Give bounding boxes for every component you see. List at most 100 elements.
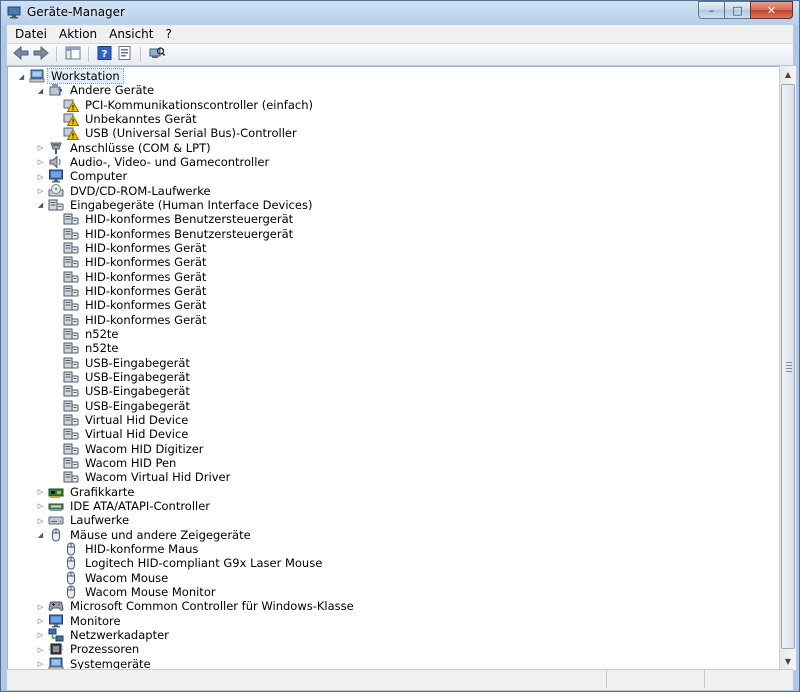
tree-category[interactable]: ▷ Laufwerke xyxy=(38,513,132,528)
menu-datei[interactable]: Datei xyxy=(7,27,53,41)
minimize-button[interactable]: – xyxy=(698,1,724,19)
tree-item-label: PCI-Kommunikationscontroller (einfach) xyxy=(85,97,313,112)
tree-category[interactable]: ▷ Microsoft Common Controller für Windows… xyxy=(38,599,357,613)
tree-item[interactable]: n52te xyxy=(63,327,122,341)
tree-category[interactable]: ◢ Mäuse und andere Zeigegeräte xyxy=(38,528,254,542)
tree-item[interactable]: HID-konformes Benutzersteuergerät xyxy=(63,227,296,241)
tree-item[interactable]: HID-konformes Gerät xyxy=(63,284,209,298)
tree-item[interactable]: Virtual Hid Device xyxy=(63,413,191,427)
expand-triangle-icon[interactable]: ▷ xyxy=(36,645,45,654)
expand-triangle-icon[interactable]: ▷ xyxy=(36,187,45,196)
tree-item-label: Wacom HID Pen xyxy=(85,456,177,471)
tree-item[interactable]: HID-konforme Maus xyxy=(63,542,201,556)
tree-item-label: Laufwerke xyxy=(70,513,130,528)
tree-item[interactable]: USB-Eingabegerät xyxy=(63,356,193,370)
tree-item-label: USB-Eingabegerät xyxy=(85,398,190,413)
expand-triangle-icon[interactable]: ▷ xyxy=(36,617,45,626)
warning-device-icon xyxy=(63,112,79,127)
tree-item[interactable]: USB-Eingabegerät xyxy=(63,399,193,413)
title-bar[interactable]: Geräte-Manager – □ ✕ xyxy=(1,1,799,25)
tree-item[interactable]: USB (Universal Serial Bus)-Controller xyxy=(63,126,300,141)
tree-item[interactable]: Unbekanntes Gerät xyxy=(63,112,200,127)
tree-item[interactable]: HID-konformes Gerät xyxy=(63,298,209,312)
tree-item[interactable]: HID-konformes Benutzersteuergerät xyxy=(63,212,296,226)
expand-triangle-icon[interactable]: ▷ xyxy=(36,516,45,525)
scroll-thumb[interactable] xyxy=(781,84,795,649)
expand-triangle-icon[interactable]: ▷ xyxy=(36,502,45,511)
device-tree[interactable]: ◢ Workstation ◢? Andere Geräte PCI-Kommunika… xyxy=(7,66,780,670)
tree-item[interactable]: Wacom HID Digitizer xyxy=(63,442,207,456)
system-device-icon xyxy=(48,657,64,669)
properties-button[interactable] xyxy=(116,46,134,63)
tree-category[interactable]: ▷ Computer xyxy=(38,169,130,183)
tree-item[interactable]: Wacom Mouse Monitor xyxy=(63,585,219,599)
tree-item[interactable]: HID-konformes Gerät xyxy=(63,241,209,255)
hid-icon xyxy=(63,255,79,269)
tree-category[interactable]: ▷ Anschlüsse (COM & LPT) xyxy=(38,140,214,155)
expand-triangle-icon[interactable]: ▷ xyxy=(36,488,45,497)
tree-item-label: Audio-, Video- und Gamecontroller xyxy=(70,155,270,170)
collapse-triangle-icon[interactable]: ◢ xyxy=(36,86,45,95)
tree-category[interactable]: ▷ Grafikkarte xyxy=(38,485,137,499)
svg-text:?: ? xyxy=(102,49,108,60)
expand-triangle-icon[interactable]: ▷ xyxy=(36,158,45,167)
device-manager-window: Geräte-Manager – □ ✕ Datei Aktion Ansicht?… xyxy=(0,0,800,692)
scroll-up-button[interactable]: ▲ xyxy=(780,66,796,83)
tree-item[interactable]: Virtual Hid Device xyxy=(63,427,191,441)
status-segment-3 xyxy=(705,670,793,688)
forward-arrow-button[interactable] xyxy=(32,45,50,63)
expand-triangle-icon[interactable]: ▷ xyxy=(36,172,45,181)
back-arrow-button[interactable] xyxy=(12,45,30,63)
collapse-triangle-icon[interactable]: ◢ xyxy=(36,531,45,540)
tree-item[interactable]: Wacom HID Pen xyxy=(63,456,179,470)
device-manager-icon xyxy=(7,5,21,19)
expand-triangle-icon[interactable]: ▷ xyxy=(36,144,45,153)
scroll-down-button[interactable]: ▼ xyxy=(780,653,796,670)
tree-category[interactable]: ▷ Monitore xyxy=(38,614,124,628)
tree-item[interactable]: HID-konformes Gerät xyxy=(63,270,209,284)
show-hide-console-tree-icon xyxy=(65,46,81,63)
tree-item[interactable]: Wacom Virtual Hid Driver xyxy=(63,470,233,484)
expand-triangle-icon[interactable]: ▷ xyxy=(36,631,45,640)
menu-ansicht[interactable]: Ansicht xyxy=(103,27,159,41)
tree-item-label: Wacom Mouse xyxy=(85,570,169,585)
close-button[interactable]: ✕ xyxy=(750,1,793,19)
tree-item-label: Andere Geräte xyxy=(70,83,155,98)
tree-item[interactable]: HID-konformes Gerät xyxy=(63,313,209,327)
processor-icon xyxy=(48,642,64,656)
tree-category[interactable]: ◢ Eingabegeräte (Human Interface Devices) xyxy=(38,198,315,212)
tree-category[interactable]: ▷ Prozessoren xyxy=(38,642,142,656)
tree-item-label: HID-konformes Gerät xyxy=(85,298,207,313)
tree-category[interactable]: ◢? Andere Geräte xyxy=(38,83,157,98)
tree-root[interactable]: ◢ Workstation xyxy=(19,68,124,85)
help-button[interactable]: ? xyxy=(96,46,114,63)
window-controls: – □ ✕ xyxy=(698,1,793,19)
tree-category[interactable]: ▷ DVD/CD-ROM-Laufwerke xyxy=(38,183,214,198)
tree-item[interactable]: Wacom Mouse xyxy=(63,571,171,585)
tree-item-label: Anschlüsse (COM & LPT) xyxy=(70,140,211,155)
tree-category[interactable]: ▷ Netzwerkadapter xyxy=(38,628,172,642)
tree-category[interactable]: ▷ Systemgeräte xyxy=(38,657,154,669)
tree-category[interactable]: ▷ IDE ATA/ATAPI-Controller xyxy=(38,499,213,513)
show-hide-console-tree-button[interactable] xyxy=(64,46,82,63)
toolbar: ? xyxy=(7,44,793,66)
mouse-icon xyxy=(63,556,79,570)
tree-item[interactable]: USB-Eingabegerät xyxy=(63,370,193,384)
tree-item[interactable]: Logitech HID-compliant G9x Laser Mouse xyxy=(63,556,325,570)
scan-hardware-button[interactable] xyxy=(148,47,166,63)
tree-item[interactable]: HID-konformes Gerät xyxy=(63,255,209,269)
collapse-triangle-icon[interactable]: ◢ xyxy=(36,201,45,210)
menu-aktion[interactable]: Aktion xyxy=(53,27,103,41)
vertical-scrollbar[interactable]: ▲ ▼ xyxy=(779,66,796,670)
hid-icon xyxy=(63,227,79,241)
expand-triangle-icon[interactable]: ▷ xyxy=(36,602,45,611)
tree-category[interactable]: ▷ Audio-, Video- und Gamecontroller xyxy=(38,155,272,170)
tree-item[interactable]: PCI-Kommunikationscontroller (einfach) xyxy=(63,98,316,112)
menu-help[interactable]: ? xyxy=(159,27,177,41)
tree-item-label: Wacom HID Digitizer xyxy=(85,441,204,456)
expand-triangle-icon[interactable]: ▷ xyxy=(36,660,45,669)
maximize-button[interactable]: □ xyxy=(724,1,750,19)
tree-item[interactable]: n52te xyxy=(63,341,122,355)
tree-item[interactable]: USB-Eingabegerät xyxy=(63,384,193,398)
collapse-triangle-icon[interactable]: ◢ xyxy=(17,72,26,81)
